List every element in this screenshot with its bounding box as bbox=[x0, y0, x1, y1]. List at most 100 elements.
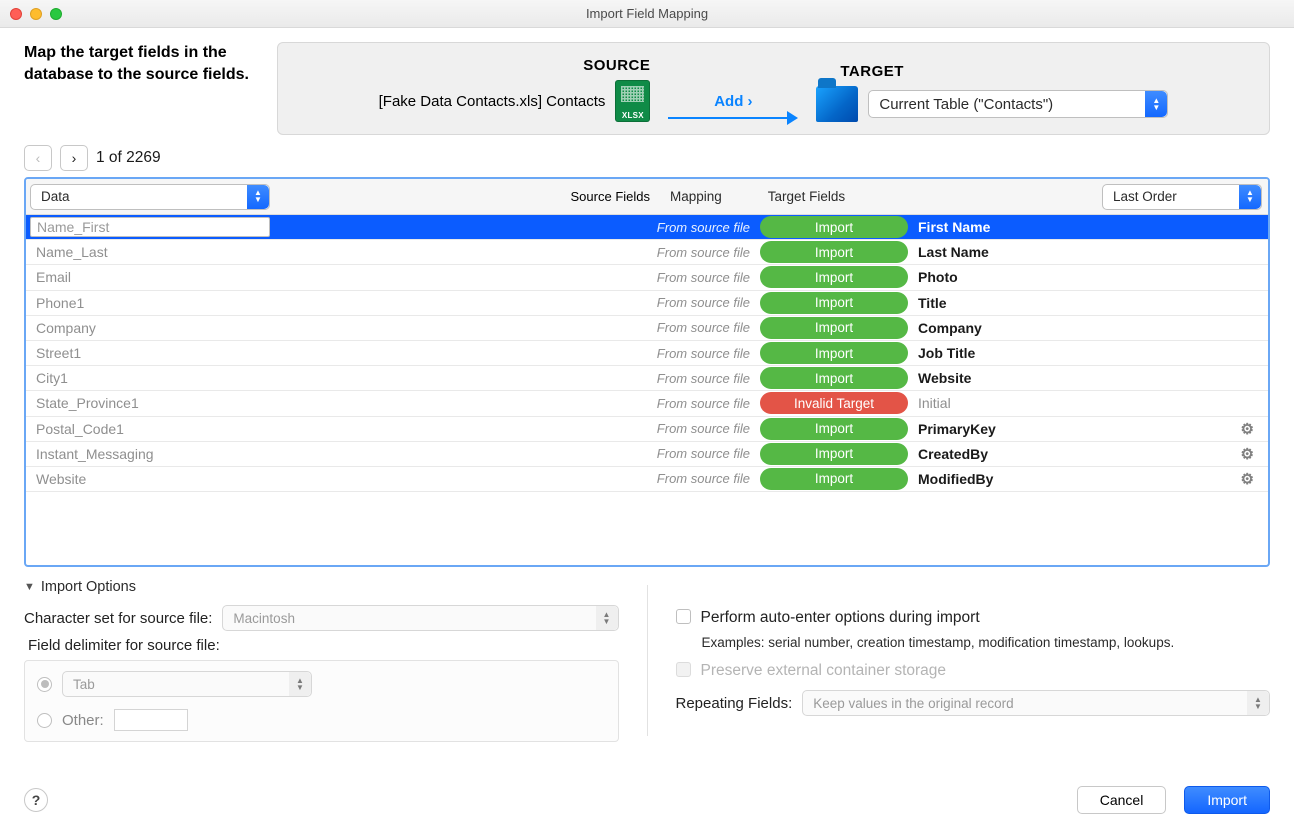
chevron-updown-icon: ▲▼ bbox=[247, 185, 269, 209]
mapping-status-import[interactable]: Import bbox=[760, 216, 908, 238]
gear-icon[interactable]: ⚙ bbox=[1241, 470, 1254, 488]
mapping-row[interactable]: EmailFrom source fileImportPhoto bbox=[26, 265, 1268, 290]
delimiter-label: Field delimiter for source file: bbox=[28, 637, 220, 654]
arrow-icon bbox=[668, 114, 798, 122]
add-action-label[interactable]: Add › bbox=[714, 93, 752, 110]
help-button[interactable]: ? bbox=[24, 788, 48, 812]
next-record-button[interactable]: › bbox=[60, 145, 88, 171]
source-field-name[interactable]: Phone1 bbox=[30, 294, 270, 312]
mapping-status-invalid[interactable]: Invalid Target bbox=[760, 392, 908, 414]
gear-icon[interactable]: ⚙ bbox=[1241, 420, 1254, 438]
mapping-row[interactable]: Website From source fileImport ModifiedBy⚙ bbox=[26, 467, 1268, 492]
chevron-updown-icon: ▲▼ bbox=[1247, 691, 1269, 715]
delimiter-other-label: Other: bbox=[62, 712, 104, 729]
delimiter-other-input[interactable] bbox=[114, 709, 188, 731]
repeating-fields-label: Repeating Fields: bbox=[676, 695, 793, 712]
source-field-name[interactable]: Website bbox=[30, 470, 270, 488]
from-source-label: From source file bbox=[657, 371, 760, 386]
radio-other[interactable] bbox=[37, 713, 52, 728]
target-heading: TARGET bbox=[840, 63, 904, 80]
from-source-label: From source file bbox=[657, 346, 760, 361]
mapping-row[interactable]: State_Province1 From source fileInvalid T… bbox=[26, 391, 1268, 416]
target-field-name[interactable]: PrimaryKey⚙ bbox=[918, 420, 1268, 438]
source-filename: [Fake Data Contacts.xls] Contacts bbox=[379, 93, 606, 110]
mapping-row[interactable]: Postal_Code1From source fileImportPrimar… bbox=[26, 417, 1268, 442]
chevron-updown-icon: ▲▼ bbox=[1145, 91, 1167, 117]
target-table-select[interactable]: Current Table ("Contacts") ▲▼ bbox=[868, 90, 1168, 118]
source-field-name[interactable]: Name_Last bbox=[30, 243, 270, 261]
target-field-name[interactable]: ModifiedBy⚙ bbox=[918, 470, 1268, 488]
mapping-status-import[interactable]: Import bbox=[760, 292, 908, 314]
mapping-row[interactable]: Name_First From source fileImport First Na… bbox=[26, 215, 1268, 240]
xlsx-icon: XLSX bbox=[615, 80, 650, 122]
from-source-label: From source file bbox=[657, 320, 760, 335]
disclosure-triangle-icon: ▼ bbox=[24, 581, 35, 593]
preserve-storage-label: Preserve external container storage bbox=[701, 662, 947, 680]
mapping-row[interactable]: Instant_Messaging From source fileImport C… bbox=[26, 442, 1268, 467]
col-header-mapping: Mapping bbox=[670, 189, 722, 204]
mapping-status-import[interactable]: Import bbox=[760, 418, 908, 440]
import-button[interactable]: Import bbox=[1184, 786, 1270, 814]
mapping-status-import[interactable]: Import bbox=[760, 342, 908, 364]
grid-body[interactable]: Name_FirstFrom source fileImportFirst Na… bbox=[26, 215, 1268, 565]
source-view-value: Data bbox=[41, 189, 70, 204]
from-source-label: From source file bbox=[657, 396, 760, 411]
delimiter-tab-select[interactable]: Tab ▲▼ bbox=[62, 671, 312, 697]
target-field-name[interactable]: Website bbox=[918, 370, 1268, 386]
source-field-name[interactable]: Company bbox=[30, 319, 270, 337]
mapping-status-import[interactable]: Import bbox=[760, 266, 908, 288]
autoenter-checkbox[interactable] bbox=[676, 609, 691, 624]
mapping-row[interactable]: Name_Last From source fileImport Last Name bbox=[26, 240, 1268, 265]
target-field-name[interactable]: Job Title bbox=[918, 345, 1268, 361]
target-order-value: Last Order bbox=[1113, 189, 1177, 204]
source-field-name[interactable]: Email bbox=[30, 268, 270, 286]
source-field-name[interactable]: State_Province1 bbox=[30, 394, 270, 412]
gear-icon[interactable]: ⚙ bbox=[1241, 445, 1254, 463]
from-source-label: From source file bbox=[657, 295, 760, 310]
cancel-button[interactable]: Cancel bbox=[1077, 786, 1167, 814]
chevron-updown-icon: ▲▼ bbox=[289, 672, 311, 696]
from-source-label: From source file bbox=[657, 220, 760, 235]
mapping-status-import[interactable]: Import bbox=[760, 443, 908, 465]
charset-select[interactable]: Macintosh ▲▼ bbox=[222, 605, 618, 631]
target-field-name[interactable]: Photo bbox=[918, 269, 1268, 285]
import-options-heading[interactable]: ▼ Import Options bbox=[24, 579, 619, 595]
vertical-divider bbox=[647, 585, 648, 736]
chevron-updown-icon: ▲▼ bbox=[1239, 185, 1261, 209]
record-counter: 1 of 2269 bbox=[96, 149, 161, 167]
target-field-name[interactable]: First Name bbox=[918, 219, 1268, 235]
mapping-status-import[interactable]: Import bbox=[760, 468, 908, 490]
target-table-value: Current Table ("Contacts") bbox=[879, 96, 1053, 113]
col-header-target: Target Fields bbox=[768, 189, 845, 204]
radio-tab[interactable] bbox=[37, 677, 52, 692]
target-field-name[interactable]: Title bbox=[918, 295, 1268, 311]
source-field-name[interactable]: City1 bbox=[30, 369, 270, 387]
target-field-name[interactable]: Initial bbox=[918, 395, 1268, 411]
target-order-select[interactable]: Last Order ▲▼ bbox=[1102, 184, 1262, 210]
instructions-text: Map the target fields in the database to… bbox=[24, 42, 259, 135]
source-field-name[interactable]: Instant_Messaging bbox=[30, 445, 270, 463]
charset-label: Character set for source file: bbox=[24, 610, 212, 627]
autoenter-label: Perform auto-enter options during import bbox=[701, 609, 980, 627]
from-source-label: From source file bbox=[657, 471, 760, 486]
repeating-fields-value: Keep values in the original record bbox=[813, 696, 1013, 711]
from-source-label: From source file bbox=[657, 446, 760, 461]
source-field-name[interactable]: Postal_Code1 bbox=[30, 420, 270, 438]
mapping-row[interactable]: Company From source fileImport Company bbox=[26, 316, 1268, 341]
from-source-label: From source file bbox=[657, 245, 760, 260]
mapping-status-import[interactable]: Import bbox=[760, 241, 908, 263]
prev-record-button[interactable]: ‹ bbox=[24, 145, 52, 171]
repeating-fields-select[interactable]: Keep values in the original record ▲▼ bbox=[802, 690, 1270, 716]
mapping-row[interactable]: Phone1 From source fileImport Title bbox=[26, 291, 1268, 316]
mapping-row[interactable]: Street1 From source fileImport Job Title bbox=[26, 341, 1268, 366]
mapping-status-import[interactable]: Import bbox=[760, 317, 908, 339]
target-field-name[interactable]: Last Name bbox=[918, 244, 1268, 260]
source-field-name[interactable]: Street1 bbox=[30, 344, 270, 362]
source-field-name[interactable]: Name_First bbox=[30, 217, 270, 237]
mapping-status-import[interactable]: Import bbox=[760, 367, 908, 389]
preserve-storage-checkbox bbox=[676, 662, 691, 677]
target-field-name[interactable]: CreatedBy⚙ bbox=[918, 445, 1268, 463]
target-field-name[interactable]: Company bbox=[918, 320, 1268, 336]
mapping-row[interactable]: City1 From source fileImport Website bbox=[26, 366, 1268, 391]
source-view-select[interactable]: Data ▲▼ bbox=[30, 184, 270, 210]
